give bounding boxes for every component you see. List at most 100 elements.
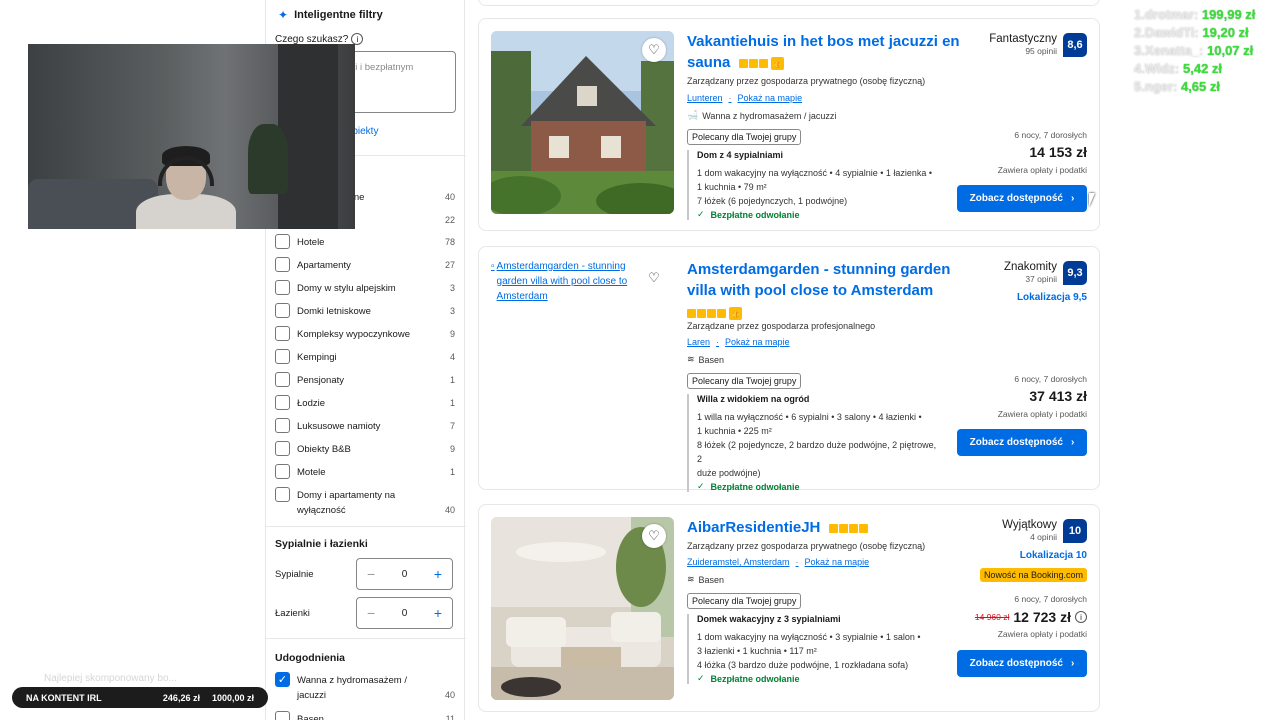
filter-label: Pensjonaty xyxy=(297,375,345,386)
checkbox[interactable] xyxy=(275,464,290,479)
filter-count: 27 xyxy=(444,260,455,270)
filter-resorts[interactable]: Kompleksy wypoczynkowe 9 xyxy=(275,326,455,342)
filter-boats[interactable]: Łodzie 1 xyxy=(275,395,455,411)
price: 14 153 zł xyxy=(1029,144,1087,160)
score-badge: 9,3 xyxy=(1063,261,1087,285)
plus-icon[interactable]: + xyxy=(434,605,442,621)
map-link[interactable]: Pokaż na mapie xyxy=(725,337,790,347)
filter-label: Domki letniskowe xyxy=(297,306,371,317)
heart-icon[interactable]: ♡ xyxy=(642,38,666,62)
checkbox[interactable] xyxy=(275,303,290,318)
filter-luxury-tents[interactable]: Luksusowe namioty 7 xyxy=(275,418,455,434)
rooms-heading: Sypialnie i łazienki xyxy=(275,538,368,550)
donation-amount: 199,99 zł xyxy=(1201,7,1256,22)
minus-icon[interactable]: − xyxy=(367,566,375,582)
filter-jacuzzi[interactable]: ✓ Wanna z hydromasażem / jacuzzi 40 xyxy=(275,672,455,703)
filter-count: 11 xyxy=(445,714,455,720)
broken-image-icon: ▫ xyxy=(491,261,495,272)
heart-icon[interactable]: ♡ xyxy=(642,266,666,290)
filter-count: 22 xyxy=(444,215,455,225)
listing-title[interactable]: Amsterdamgarden - stunning garden villa … xyxy=(687,259,977,301)
rating-word: Fantastyczny xyxy=(989,33,1057,45)
listing-title-text: Vakantiehuis in het bos met jacuzzi en s… xyxy=(687,33,960,71)
location-link[interactable]: Zuideramstel, Amsterdam xyxy=(687,557,790,567)
checkbox[interactable] xyxy=(275,487,290,502)
check-availability-button[interactable]: Zobacz dostępność › xyxy=(957,185,1087,212)
filter-apartamenty[interactable]: Apartamenty 27 xyxy=(275,257,455,273)
listing-card[interactable]: ♡ AibarResidentieJH Zarządzany przez gos… xyxy=(478,504,1100,712)
free-cancellation: ✓ Bezpłatne odwołanie xyxy=(697,673,942,684)
filter-pool[interactable]: Basen 11 xyxy=(275,711,455,720)
room-title: Willa z widokiem na ogród xyxy=(697,394,810,404)
previous-card-edge xyxy=(478,0,1100,6)
info-icon[interactable]: i xyxy=(1075,611,1087,623)
smart-filters-title: ✦ Inteligentne filtry xyxy=(278,8,383,22)
checkbox[interactable] xyxy=(275,418,290,433)
minus-icon[interactable]: − xyxy=(367,605,375,621)
filter-count: 9 xyxy=(449,329,455,339)
room-info: Dom z 4 sypialniami 1 dom wakacyjny na w… xyxy=(687,150,942,220)
filter-count: 7 xyxy=(449,421,455,431)
host-type: Zarządzany przez gospodarza prywatnego (… xyxy=(687,541,926,551)
checkbox[interactable] xyxy=(275,257,290,272)
filter-bnb[interactable]: Obiekty B&B 9 xyxy=(275,441,455,457)
thumbs-up-icon: 👍 xyxy=(770,56,784,70)
checkbox[interactable] xyxy=(275,326,290,341)
filter-campsites[interactable]: Kempingi 4 xyxy=(275,349,455,365)
checkbox[interactable] xyxy=(275,441,290,456)
listing-title[interactable]: Vakantiehuis in het bos met jacuzzi en s… xyxy=(687,31,967,73)
filter-guesthouses[interactable]: Pensjonaty 1 xyxy=(275,372,455,388)
room-detail: 3 łazienki • 1 kuchnia • 117 m² xyxy=(697,646,817,656)
location-link[interactable]: Lunteren xyxy=(687,93,723,103)
listing-card[interactable]: ♡ Vakantiehuis in het bos met jacuzzi en… xyxy=(478,18,1100,231)
review-score[interactable]: Fantastyczny 95 opinii 8,6 xyxy=(989,33,1087,57)
checkbox[interactable] xyxy=(275,349,290,364)
filter-count: 40 xyxy=(444,192,455,202)
group-badge: Polecany dla Twojej grupy xyxy=(687,593,802,609)
amenity: ≋ Basen xyxy=(687,354,724,365)
webcam-overlay xyxy=(28,44,355,229)
price-value: 12 723 zł xyxy=(1013,609,1071,625)
room-detail: 1 dom wakacyjny na wyłączność • 3 sypial… xyxy=(697,632,921,642)
checkbox[interactable] xyxy=(275,372,290,387)
filter-count: 1 xyxy=(449,467,455,477)
map-link[interactable]: Pokaż na mapie xyxy=(805,557,870,567)
filter-summer-houses[interactable]: Domki letniskowe 3 xyxy=(275,303,455,319)
room-title: Domek wakacyjny z 3 sypialniami xyxy=(697,614,841,624)
check-availability-button[interactable]: Zobacz dostępność › xyxy=(957,429,1087,456)
checkbox[interactable] xyxy=(275,280,290,295)
filter-entire-homes[interactable]: Domy i apartamenty na wyłączność 40 xyxy=(275,487,455,518)
filter-count: 78 xyxy=(444,237,455,247)
filter-count: 40 xyxy=(444,505,455,515)
bathtub-icon: 🛁 xyxy=(687,110,699,120)
donation-amount: 4,65 zł xyxy=(1180,79,1220,94)
filter-hotele[interactable]: Hotele 78 xyxy=(275,234,455,250)
location-link[interactable]: Laren xyxy=(687,337,710,347)
star-icon xyxy=(697,309,706,319)
checkbox[interactable] xyxy=(275,395,290,410)
filter-count: 1 xyxy=(449,398,455,408)
heart-icon[interactable]: ♡ xyxy=(642,524,666,548)
star-icon xyxy=(758,58,768,68)
ask-label-text: Czego szukasz? xyxy=(275,33,349,45)
webcam-wall xyxy=(278,44,338,229)
filter-label: Motele xyxy=(297,467,326,478)
filter-alpine[interactable]: Domy w stylu alpejskim 3 xyxy=(275,280,455,296)
donation-goal-bar: NA KONTENT IRL 246,26 zł 1000,00 zł xyxy=(12,687,268,708)
check-availability-button[interactable]: Zobacz dostępność › xyxy=(957,650,1087,677)
checkbox-checked[interactable]: ✓ xyxy=(275,672,290,687)
filter-motels[interactable]: Motele 1 xyxy=(275,464,455,480)
listing-card[interactable]: ▫ Amsterdamgarden - stunning garden vill… xyxy=(478,246,1100,492)
checkbox[interactable] xyxy=(275,234,290,249)
amenity-label: Wanna z hydromasażem / jacuzzi xyxy=(702,110,837,121)
plus-icon[interactable]: + xyxy=(434,566,442,582)
divider xyxy=(266,638,466,639)
map-link[interactable]: Pokaż na mapie xyxy=(738,93,803,103)
image-alt-text: Amsterdamgarden - stunning garden villa … xyxy=(496,261,628,302)
stage: ✦ Inteligentne filtry Czego szukasz? i m… xyxy=(0,0,1280,720)
star-icon xyxy=(748,58,758,68)
listing-title[interactable]: AibarResidentieJH xyxy=(687,517,868,538)
review-score[interactable]: Znakomity 37 opinii 9,3 xyxy=(1004,261,1087,285)
review-score[interactable]: Wyjątkowy 4 opinii 10 xyxy=(1002,519,1087,543)
checkbox[interactable] xyxy=(275,711,290,720)
